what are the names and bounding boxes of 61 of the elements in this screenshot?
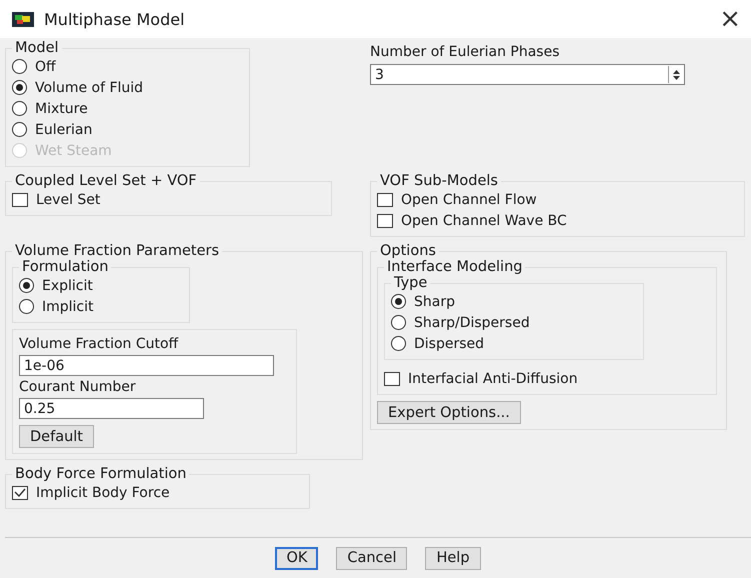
input-field[interactable]: 0.25 bbox=[19, 398, 204, 419]
radio-option[interactable]: Implicit bbox=[19, 296, 183, 317]
group-title: Type bbox=[393, 275, 428, 291]
radio-label: Sharp/Dispersed bbox=[414, 314, 530, 330]
radio-button[interactable] bbox=[391, 336, 406, 351]
dialog-button[interactable]: OK bbox=[275, 546, 318, 570]
group-title: Body Force Formulation bbox=[14, 466, 188, 482]
app-icon bbox=[12, 12, 34, 26]
checkbox[interactable] bbox=[12, 486, 28, 500]
radio-button[interactable] bbox=[12, 80, 27, 95]
field-label: Number of Eulerian Phases bbox=[370, 44, 560, 60]
group-title: Interface Modeling bbox=[386, 259, 524, 275]
field-label: Volume Fraction Cutoff bbox=[19, 336, 180, 352]
radio-option[interactable]: Mixture bbox=[12, 98, 243, 119]
checkbox-label: Open Channel Flow bbox=[401, 192, 537, 208]
close-icon[interactable]: × bbox=[719, 6, 741, 32]
radio-label: Implicit bbox=[42, 298, 94, 314]
dialog-button[interactable]: Cancel bbox=[336, 546, 408, 570]
checkbox-label: Implicit Body Force bbox=[36, 484, 170, 500]
radio-label: Eulerian bbox=[35, 122, 92, 138]
default-button[interactable]: Default bbox=[19, 425, 94, 448]
radio-option[interactable]: Volume of Fluid bbox=[12, 77, 243, 98]
radio-button[interactable] bbox=[12, 101, 27, 116]
group-title: VOF Sub-Models bbox=[379, 173, 499, 189]
checkbox-label: Interfacial Anti-Diffusion bbox=[408, 370, 578, 386]
field-label: Courant Number bbox=[19, 379, 137, 395]
radio-button[interactable] bbox=[19, 299, 34, 314]
checkbox[interactable] bbox=[377, 192, 393, 206]
checkbox[interactable] bbox=[377, 214, 393, 228]
radio-option[interactable]: Sharp bbox=[391, 291, 637, 312]
checkbox[interactable] bbox=[384, 372, 400, 386]
group-title: Options bbox=[379, 243, 437, 259]
radio-label: Wet Steam bbox=[35, 142, 112, 158]
radio-label: Mixture bbox=[35, 100, 88, 116]
radio-option[interactable]: Sharp/Dispersed bbox=[391, 312, 637, 333]
radio-button[interactable] bbox=[19, 278, 34, 293]
group-title: Volume Fraction Parameters bbox=[14, 243, 220, 259]
radio-label: Volume of Fluid bbox=[35, 80, 144, 96]
radio-label: Dispersed bbox=[414, 336, 484, 352]
checkbox-label: Level Set bbox=[36, 192, 100, 208]
radio-option[interactable]: Eulerian bbox=[12, 119, 243, 140]
radio-option[interactable]: Off bbox=[12, 56, 243, 77]
dialog-button[interactable]: Help bbox=[425, 546, 481, 570]
checkbox[interactable] bbox=[12, 192, 28, 206]
window-title: Multiphase Model bbox=[44, 10, 186, 28]
radio-button[interactable] bbox=[12, 122, 27, 137]
group-title: Formulation bbox=[21, 259, 110, 275]
radio-option[interactable]: Dispersed bbox=[391, 333, 637, 354]
radio-label: Off bbox=[35, 58, 56, 74]
radio-button[interactable] bbox=[391, 315, 406, 330]
group-title: Coupled Level Set + VOF bbox=[14, 173, 198, 189]
expert-options-button[interactable]: Expert Options... bbox=[377, 401, 521, 424]
radio-button[interactable] bbox=[12, 59, 27, 74]
radio-button[interactable] bbox=[391, 294, 406, 309]
input-field[interactable]: 1e-06 bbox=[19, 355, 274, 376]
number-field[interactable]: 3 bbox=[370, 64, 685, 85]
radio-option[interactable]: Explicit bbox=[19, 275, 183, 296]
radio-label: Sharp bbox=[414, 294, 455, 310]
group-title: Model bbox=[14, 40, 60, 56]
checkbox-label: Open Channel Wave BC bbox=[401, 212, 567, 228]
radio-label: Explicit bbox=[42, 278, 93, 294]
